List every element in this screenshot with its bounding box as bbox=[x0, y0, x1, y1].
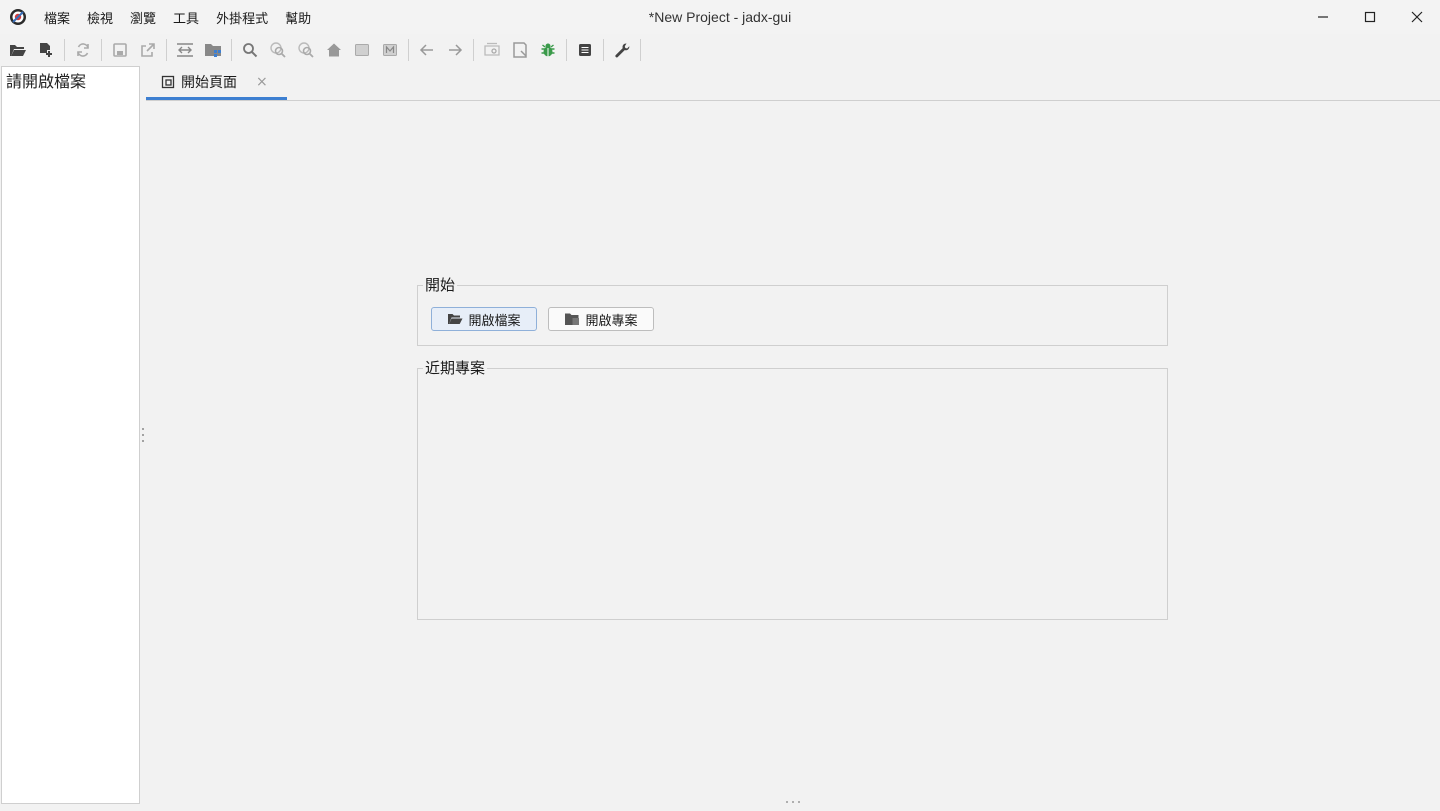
back-button[interactable] bbox=[413, 36, 441, 64]
flatten-packages-button[interactable] bbox=[199, 36, 227, 64]
open-file-label: 開啟檔案 bbox=[468, 313, 521, 329]
open-file-icon bbox=[10, 45, 26, 56]
debug-button[interactable] bbox=[534, 36, 562, 64]
open-project-label: 開啟專案 bbox=[585, 313, 638, 329]
recent-projects-list[interactable] bbox=[418, 369, 1167, 619]
toolbar-separator bbox=[566, 39, 567, 61]
jadx-logo-icon bbox=[10, 9, 26, 25]
title-bar: 檔案 檢視 瀏覽 工具 外掛程式 幫助 *New Project - jadx-… bbox=[0, 0, 1440, 34]
toolbar-separator bbox=[231, 39, 232, 61]
minimize-icon bbox=[1317, 16, 1328, 18]
toolbar-separator bbox=[64, 39, 65, 61]
method-button[interactable] bbox=[376, 36, 404, 64]
open-file-hint: 請開啟檔案 bbox=[6, 72, 87, 91]
export-icon bbox=[141, 43, 155, 57]
start-group: 開始 開啟檔案 開啟專案 bbox=[417, 274, 1168, 346]
debug-icon bbox=[541, 43, 555, 57]
toolbar-separator bbox=[603, 39, 604, 61]
close-window-button[interactable] bbox=[1393, 0, 1440, 34]
maximize-button[interactable] bbox=[1346, 0, 1393, 34]
sync-tree-icon bbox=[177, 43, 193, 57]
quark-button[interactable] bbox=[348, 36, 376, 64]
tab-close-button[interactable]: × bbox=[256, 74, 268, 90]
home-icon bbox=[327, 43, 341, 57]
log-icon bbox=[579, 44, 591, 56]
add-files-button[interactable] bbox=[32, 36, 60, 64]
open-folder-icon bbox=[447, 312, 463, 326]
toolbar bbox=[0, 34, 1440, 66]
add-files-icon bbox=[40, 43, 52, 57]
menu-help[interactable]: 幫助 bbox=[277, 4, 319, 31]
toolbar-separator bbox=[408, 39, 409, 61]
menu-bar: 檔案 檢視 瀏覽 工具 外掛程式 幫助 bbox=[36, 0, 320, 34]
home-button[interactable] bbox=[320, 36, 348, 64]
deobfuscation-icon bbox=[484, 42, 500, 56]
find-class-icon bbox=[270, 42, 286, 58]
log-viewer-button[interactable] bbox=[571, 36, 599, 64]
find-usage-icon bbox=[298, 42, 314, 58]
preferences-icon bbox=[615, 43, 630, 58]
toolbar-separator bbox=[101, 39, 102, 61]
toolbar-separator bbox=[640, 39, 641, 61]
decompile-all-button[interactable] bbox=[506, 36, 534, 64]
tab-bar: 開始頁面 × bbox=[146, 66, 1440, 101]
forward-button[interactable] bbox=[441, 36, 469, 64]
menu-navigation[interactable]: 瀏覽 bbox=[122, 4, 164, 31]
open-file-button[interactable] bbox=[4, 36, 32, 64]
maximize-icon bbox=[1364, 11, 1375, 23]
reload-icon bbox=[77, 43, 89, 57]
bottom-splitter-handle[interactable] bbox=[786, 801, 800, 804]
menu-file[interactable]: 檔案 bbox=[36, 4, 78, 31]
project-tree-panel[interactable]: 請開啟檔案 bbox=[1, 66, 140, 804]
menu-view[interactable]: 檢視 bbox=[79, 4, 121, 31]
quark-icon bbox=[355, 44, 369, 56]
project-folder-icon bbox=[564, 312, 580, 326]
preferences-button[interactable] bbox=[608, 36, 636, 64]
recent-projects-group: 近期專案 bbox=[417, 357, 1168, 620]
splitter-handle[interactable] bbox=[141, 428, 145, 442]
back-icon bbox=[419, 44, 433, 56]
search-icon bbox=[243, 43, 258, 58]
flatten-packages-icon bbox=[205, 44, 221, 57]
save-all-button[interactable] bbox=[106, 36, 134, 64]
tab-start-page[interactable]: 開始頁面 × bbox=[146, 66, 287, 100]
export-button[interactable] bbox=[134, 36, 162, 64]
text-search-button[interactable] bbox=[236, 36, 264, 64]
close-icon bbox=[1411, 11, 1422, 23]
menu-tools[interactable]: 工具 bbox=[165, 4, 207, 31]
forward-icon bbox=[449, 44, 463, 56]
window-controls bbox=[1299, 0, 1440, 34]
menu-plugins[interactable]: 外掛程式 bbox=[208, 4, 276, 31]
reload-button[interactable] bbox=[69, 36, 97, 64]
save-all-icon bbox=[113, 43, 127, 57]
find-usage-button[interactable] bbox=[292, 36, 320, 64]
open-project-button[interactable]: 開啟專案 bbox=[548, 307, 654, 331]
minimize-button[interactable] bbox=[1299, 0, 1346, 34]
decompile-all-icon bbox=[513, 42, 527, 58]
find-class-button[interactable] bbox=[264, 36, 292, 64]
method-icon bbox=[383, 44, 397, 56]
toolbar-separator bbox=[166, 39, 167, 61]
tab-label: 開始頁面 bbox=[181, 74, 237, 91]
start-page-icon bbox=[161, 75, 175, 89]
toolbar-separator bbox=[473, 39, 474, 61]
sync-tree-button[interactable] bbox=[171, 36, 199, 64]
start-group-title: 開始 bbox=[423, 274, 458, 295]
deobfuscation-button[interactable] bbox=[478, 36, 506, 64]
open-file-button-start[interactable]: 開啟檔案 bbox=[431, 307, 537, 331]
